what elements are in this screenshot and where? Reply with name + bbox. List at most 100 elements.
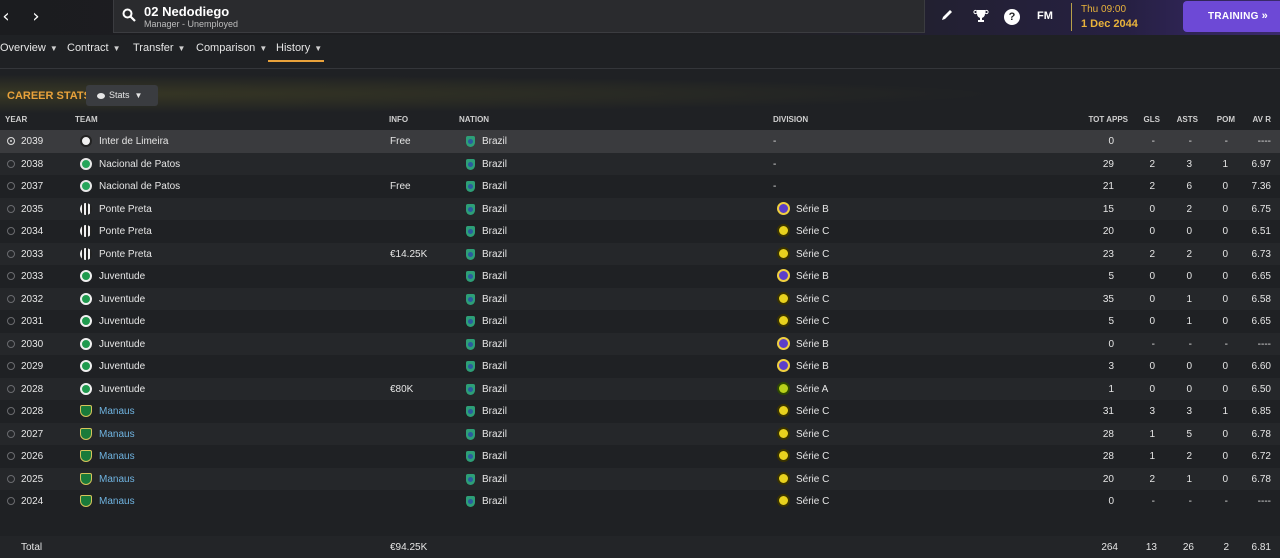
training-button[interactable]: TRAINING » xyxy=(1183,1,1280,32)
fm-logo[interactable]: FM xyxy=(1037,10,1053,22)
division-cell[interactable]: Série B xyxy=(796,339,829,350)
average-rating-cell: 6.72 xyxy=(1251,451,1271,462)
nation-cell[interactable]: Brazil xyxy=(482,339,507,350)
table-row[interactable]: 2029 Juventude Brazil Série B 3 0 0 0 6.60 xyxy=(0,355,1280,378)
division-cell[interactable]: Série C xyxy=(796,316,829,327)
year-cell: 2031 xyxy=(21,316,44,327)
row-radio[interactable] xyxy=(7,362,15,370)
table-row[interactable]: 2035 Ponte Preta Brazil Série B 15 0 2 0 6.75 xyxy=(0,197,1280,220)
table-row[interactable]: 2028 Juventude €80K Brazil Série A 1 0 0 0 6.50 xyxy=(0,377,1280,400)
team-cell[interactable]: Manaus xyxy=(99,406,135,417)
tab-overview[interactable]: Overview ▼ xyxy=(0,42,58,54)
table-row[interactable]: 2030 Juventude Brazil Série B 0- - - ---- xyxy=(0,332,1280,355)
tab-comparison[interactable]: Comparison ▼ xyxy=(196,42,267,54)
column-header-division[interactable]: DIVISION xyxy=(773,115,808,124)
row-radio[interactable] xyxy=(7,227,15,235)
pom-cell: 0 xyxy=(1222,383,1228,395)
column-header-average-rating[interactable]: AV R xyxy=(1245,115,1271,124)
table-row[interactable]: 2033 Juventude Brazil Série B 5 0 0 0 6.65 xyxy=(0,265,1280,288)
nation-cell[interactable]: Brazil xyxy=(482,204,507,215)
nation-cell[interactable]: Brazil xyxy=(482,249,507,260)
division-cell[interactable]: Série C xyxy=(796,429,829,440)
back-chevron-icon[interactable]: ‹ xyxy=(0,6,16,28)
nation-cell[interactable]: Brazil xyxy=(482,474,507,485)
tab-history[interactable]: History ▼ xyxy=(276,42,322,54)
table-row[interactable]: 2024 Manaus Brazil Série C 0- - - ---- xyxy=(0,490,1280,513)
table-row[interactable]: 2037 Nacional de Patos Free Brazil - 21 2 6 0 7.3… xyxy=(0,175,1280,198)
row-radio[interactable] xyxy=(7,317,15,325)
column-header-nation[interactable]: NATION xyxy=(459,115,489,124)
nation-cell[interactable]: Brazil xyxy=(482,159,507,170)
nation-cell[interactable]: Brazil xyxy=(482,271,507,282)
help-icon[interactable]: ? xyxy=(1004,9,1020,25)
division-cell[interactable]: Série B xyxy=(796,204,829,215)
division-cell[interactable]: Série C xyxy=(796,451,829,462)
trophy-icon[interactable] xyxy=(971,8,991,26)
division-cell[interactable]: Série C xyxy=(796,496,829,507)
table-row[interactable]: 2027 Manaus Brazil Série C 28 1 5 0 6.78 xyxy=(0,422,1280,445)
division-cell[interactable]: Série A xyxy=(796,384,828,395)
nation-cell[interactable]: Brazil xyxy=(482,136,507,147)
row-radio[interactable] xyxy=(7,339,15,348)
search-box[interactable]: 02 Nedodiego Manager - Unemployed xyxy=(113,0,925,33)
division-cell[interactable]: Série C xyxy=(796,294,829,305)
table-row[interactable]: 2025 Manaus Brazil Série C 20 2 1 0 6.78 xyxy=(0,467,1280,490)
division-cell[interactable]: Série C xyxy=(796,249,829,260)
table-row[interactable]: 2039 Inter de Limeira Free Brazil -0- - - ---- xyxy=(0,130,1280,153)
table-row[interactable]: 2034 Ponte Preta Brazil Série C 20 0 0 0 6.51 xyxy=(0,220,1280,243)
eye-icon xyxy=(97,92,105,99)
nation-cell[interactable]: Brazil xyxy=(482,294,507,305)
division-cell[interactable]: Série C xyxy=(796,226,829,237)
nation-cell[interactable]: Brazil xyxy=(482,226,507,237)
column-header-pom[interactable]: POM xyxy=(1205,115,1235,124)
pom-cell: 0 xyxy=(1222,226,1228,237)
row-radio[interactable] xyxy=(7,384,15,393)
nation-cell[interactable]: Brazil xyxy=(482,496,507,507)
column-header-apps[interactable]: TOT APPS xyxy=(1080,115,1128,124)
row-radio[interactable] xyxy=(7,452,15,460)
division-cell[interactable]: Série C xyxy=(796,474,829,485)
team-cell[interactable]: Manaus xyxy=(99,429,135,440)
table-row[interactable]: 2038 Nacional de Patos Brazil - 29 2 3 1 6.97 xyxy=(0,152,1280,175)
row-radio[interactable] xyxy=(7,137,15,145)
table-row[interactable]: 2026 Manaus Brazil Série C 28 1 2 0 6.72 xyxy=(0,445,1280,468)
tab-contract[interactable]: Contract ▼ xyxy=(67,42,121,54)
division-cell[interactable]: Série B xyxy=(796,271,829,282)
row-radio[interactable] xyxy=(7,429,15,438)
row-radio[interactable] xyxy=(7,474,15,483)
column-header-assists[interactable]: ASTS xyxy=(1170,115,1198,124)
team-cell[interactable]: Manaus xyxy=(99,474,135,485)
row-radio[interactable] xyxy=(7,272,15,280)
team-cell[interactable]: Manaus xyxy=(99,496,135,507)
division-cell[interactable]: Série B xyxy=(796,361,829,372)
nation-cell[interactable]: Brazil xyxy=(482,429,507,440)
column-header-team[interactable]: TEAM xyxy=(75,115,98,124)
team-cell[interactable]: Manaus xyxy=(99,451,135,462)
top-bar: ‹ › 02 Nedodiego Manager - Unemployed ? … xyxy=(0,0,1280,35)
edit-pencil-icon[interactable] xyxy=(937,8,957,26)
forward-chevron-icon[interactable]: › xyxy=(26,6,46,28)
nation-cell[interactable]: Brazil xyxy=(482,384,507,395)
nation-cell[interactable]: Brazil xyxy=(482,406,507,417)
nation-cell[interactable]: Brazil xyxy=(482,181,507,192)
division-cell[interactable]: Série C xyxy=(796,406,829,417)
column-header-goals[interactable]: GLS xyxy=(1140,115,1160,124)
row-radio[interactable] xyxy=(7,497,15,505)
column-header-info[interactable]: INFO xyxy=(389,115,408,124)
row-radio[interactable] xyxy=(7,182,15,190)
nation-cell[interactable]: Brazil xyxy=(482,451,507,462)
column-header-year[interactable]: YEAR xyxy=(5,115,27,124)
row-radio[interactable] xyxy=(7,407,15,415)
table-row[interactable]: 2032 Juventude Brazil Série C 35 0 1 0 6.58 xyxy=(0,287,1280,310)
tab-transfer[interactable]: Transfer ▼ xyxy=(133,42,185,54)
row-radio[interactable] xyxy=(7,249,15,258)
nation-cell[interactable]: Brazil xyxy=(482,316,507,327)
table-row[interactable]: 2031 Juventude Brazil Série C 5 0 1 0 6.65 xyxy=(0,310,1280,333)
table-row[interactable]: 2033 Ponte Preta €14.25K Brazil Série C 23 2 2 0… xyxy=(0,242,1280,265)
stats-view-dropdown[interactable]: Stats ▼ xyxy=(86,85,158,106)
row-radio[interactable] xyxy=(7,159,15,168)
table-row[interactable]: 2028 Manaus Brazil Série C 31 3 3 1 6.85 xyxy=(0,400,1280,423)
row-radio[interactable] xyxy=(7,204,15,213)
row-radio[interactable] xyxy=(7,294,15,303)
nation-cell[interactable]: Brazil xyxy=(482,361,507,372)
